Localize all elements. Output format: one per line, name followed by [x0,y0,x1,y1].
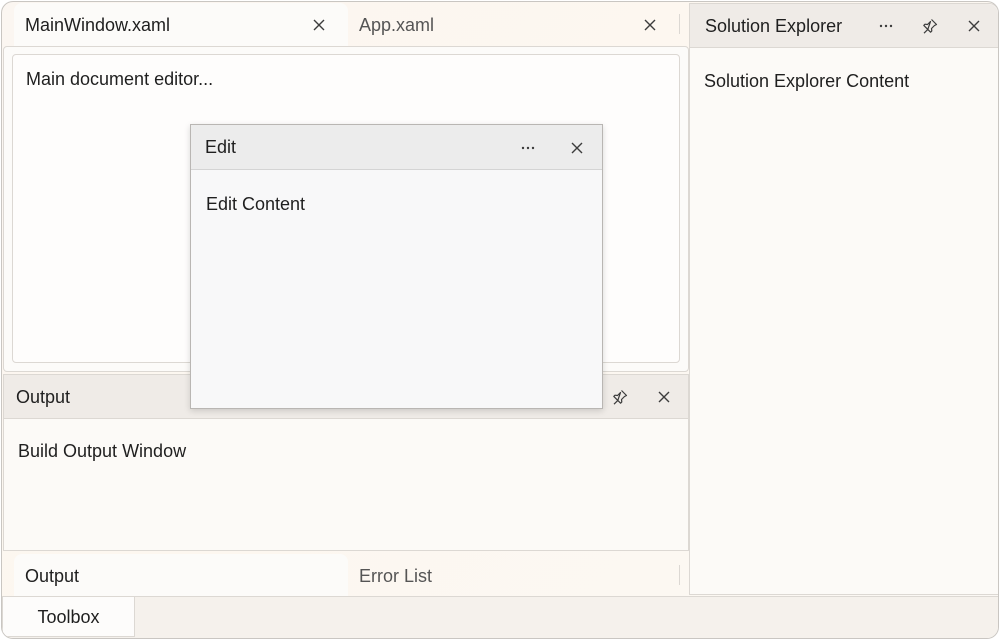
close-icon[interactable] [637,12,663,38]
panel-title: Solution Explorer [705,15,843,36]
document-content: Main document editor... [26,69,214,89]
toolbox-tab[interactable]: Toolbox [2,597,135,637]
edit-content: Edit Content [206,194,306,214]
tab-label: App.xaml [359,15,435,35]
output-content: Build Output Window [18,441,187,461]
tab-label: MainWindow.xaml [25,15,171,35]
pin-icon[interactable] [917,13,943,39]
tab-error-list[interactable]: Error List [348,554,678,597]
solution-explorer-header[interactable]: Solution Explorer [690,4,998,48]
close-icon[interactable] [306,12,332,38]
toolbox-label: Toolbox [37,606,100,627]
solution-explorer-panel: Solution Explorer Solution Explorer Cont… [689,3,998,595]
panel-title: Output [16,386,71,407]
close-icon[interactable] [564,135,590,161]
tab-label: Output [25,565,80,586]
tab-mainwindow-xaml[interactable]: MainWindow.xaml [14,3,348,47]
tab-separator [679,14,680,34]
auto-hide-bar: Toolbox [2,596,998,638]
tab-label: Error List [359,565,433,586]
pin-icon[interactable] [607,384,633,410]
window-title: Edit [205,137,237,157]
edit-floating-window: Edit Edit Content [190,124,603,409]
ide-window: MainWindow.xaml App.xaml Main document e… [1,1,999,639]
more-options-icon[interactable] [873,13,899,39]
more-options-icon[interactable] [515,135,541,161]
tab-separator [679,565,680,585]
tab-app-xaml[interactable]: App.xaml [348,3,678,47]
document-tab-strip: MainWindow.xaml App.xaml [2,2,688,47]
close-icon[interactable] [651,384,677,410]
close-icon[interactable] [961,13,987,39]
tab-output[interactable]: Output [14,554,348,597]
bottom-tab-strip: Output Error List [2,551,688,597]
solution-explorer-content: Solution Explorer Content [704,71,910,91]
